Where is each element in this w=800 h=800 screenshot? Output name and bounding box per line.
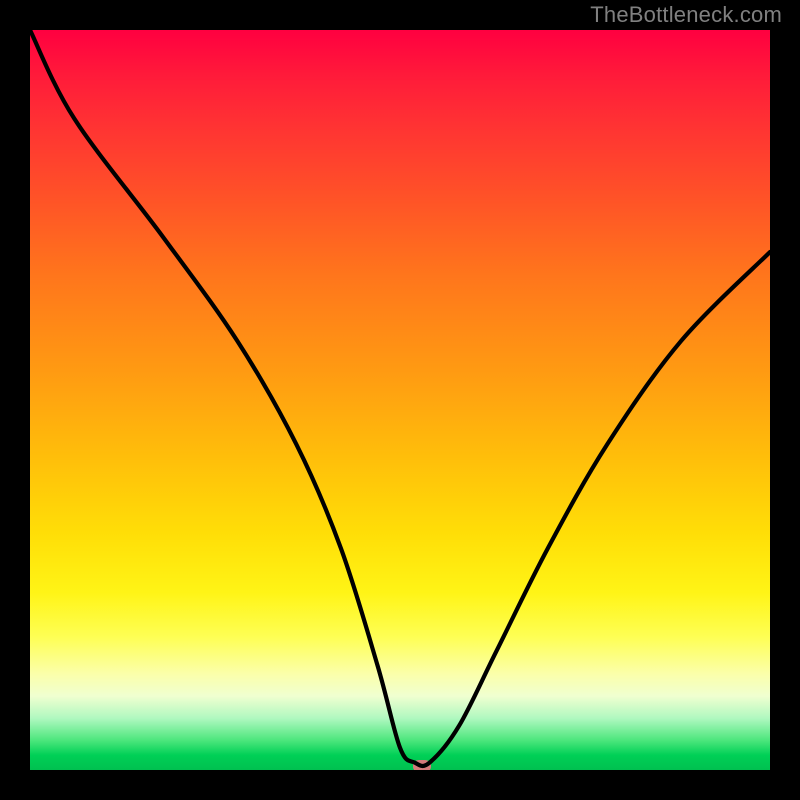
watermark-text: TheBottleneck.com [590,2,782,28]
chart-frame: TheBottleneck.com [0,0,800,800]
plot-area [30,30,770,770]
bottleneck-curve [30,30,770,770]
